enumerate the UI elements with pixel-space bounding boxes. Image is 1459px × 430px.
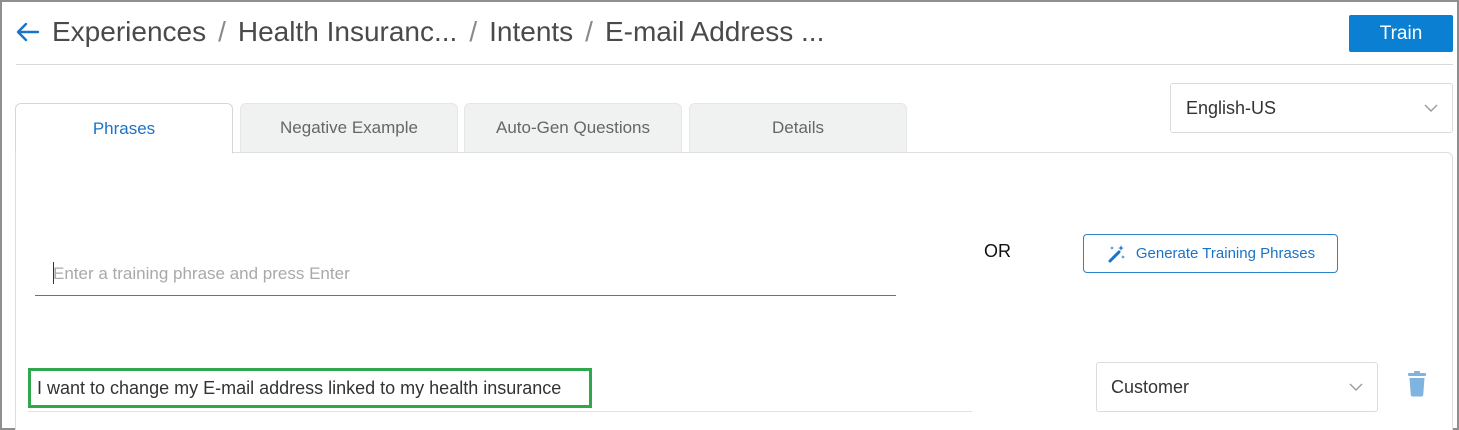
language-select-value: English-US: [1186, 97, 1277, 118]
or-label: OR: [984, 241, 1011, 261]
breadcrumb-experiences[interactable]: Experiences: [52, 16, 206, 48]
generate-training-phrases-button[interactable]: Generate Training Phrases: [1083, 234, 1338, 273]
header-divider: [16, 64, 1453, 65]
breadcrumb-intents[interactable]: Intents: [489, 16, 573, 48]
back-button[interactable]: [14, 18, 42, 46]
magic-wand-icon: [1108, 244, 1125, 262]
chevron-down-icon: [1349, 383, 1363, 391]
tab-auto-gen-questions[interactable]: Auto-Gen Questions: [464, 103, 682, 153]
training-phrase-text: I want to change my E-mail address linke…: [37, 377, 562, 398]
tab-phrases[interactable]: Phrases: [15, 103, 233, 154]
phrase-row-divider: [28, 411, 972, 412]
delete-phrase-trash-icon[interactable]: [1406, 371, 1428, 397]
phrase-role-select[interactable]: Customer: [1096, 362, 1378, 412]
chevron-down-icon: [1424, 104, 1438, 112]
breadcrumb-separator: /: [585, 16, 593, 47]
header: Experiences / Health Insuranc... / Inten…: [14, 10, 824, 54]
training-phrase-item[interactable]: I want to change my E-mail address linke…: [28, 368, 592, 408]
breadcrumb: Experiences / Health Insuranc... / Inten…: [52, 16, 824, 48]
tab-negative-example[interactable]: Negative Example: [240, 103, 458, 153]
training-phrase-input[interactable]: [35, 252, 896, 296]
breadcrumb-separator: /: [218, 16, 226, 47]
tab-details[interactable]: Details: [689, 103, 907, 153]
text-caret: [53, 262, 54, 284]
language-select[interactable]: English-US: [1170, 83, 1453, 133]
arrow-left-icon: [16, 22, 40, 42]
breadcrumb-email-address: E-mail Address ...: [604, 16, 825, 47]
generate-button-label: Generate Training Phrases: [1135, 245, 1316, 262]
phrase-role-value: Customer: [1111, 376, 1190, 397]
train-button[interactable]: Train: [1349, 15, 1453, 52]
breadcrumb-health-insurance[interactable]: Health Insuranc...: [238, 16, 457, 48]
breadcrumb-separator: /: [469, 16, 478, 47]
